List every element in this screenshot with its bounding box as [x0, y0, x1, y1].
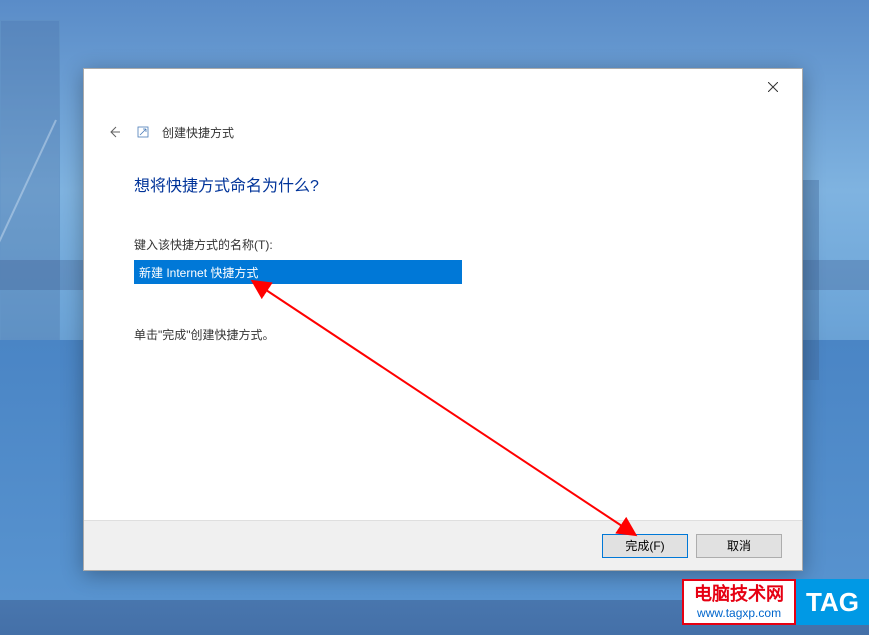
- watermark: 电脑技术网 www.tagxp.com TAG: [682, 579, 869, 625]
- back-arrow-icon: [106, 124, 122, 140]
- close-button[interactable]: [759, 73, 787, 101]
- name-field-label: 键入该快捷方式的名称(T):: [134, 236, 752, 253]
- dialog-header: [84, 69, 802, 104]
- wizard-title: 创建快捷方式: [162, 124, 234, 141]
- dialog-content: 想将快捷方式命名为什么? 键入该快捷方式的名称(T): 单击"完成"创建快捷方式…: [84, 142, 802, 520]
- back-button[interactable]: [104, 122, 124, 142]
- create-shortcut-dialog: 创建快捷方式 想将快捷方式命名为什么? 键入该快捷方式的名称(T): 单击"完成…: [83, 68, 803, 571]
- shortcut-icon: [136, 125, 150, 139]
- cancel-button[interactable]: 取消: [696, 534, 782, 558]
- close-icon: [768, 82, 778, 92]
- watermark-url: www.tagxp.com: [697, 606, 781, 620]
- shortcut-name-input[interactable]: [134, 260, 462, 284]
- dialog-footer: 完成(F) 取消: [84, 520, 802, 570]
- instruction-text: 单击"完成"创建快捷方式。: [134, 326, 752, 343]
- title-bar: 创建快捷方式: [84, 104, 802, 142]
- watermark-title: 电脑技术网: [694, 584, 784, 606]
- watermark-text-box: 电脑技术网 www.tagxp.com: [682, 579, 796, 625]
- page-heading: 想将快捷方式命名为什么?: [134, 172, 752, 196]
- watermark-tag: TAG: [796, 579, 869, 625]
- finish-button[interactable]: 完成(F): [602, 534, 688, 558]
